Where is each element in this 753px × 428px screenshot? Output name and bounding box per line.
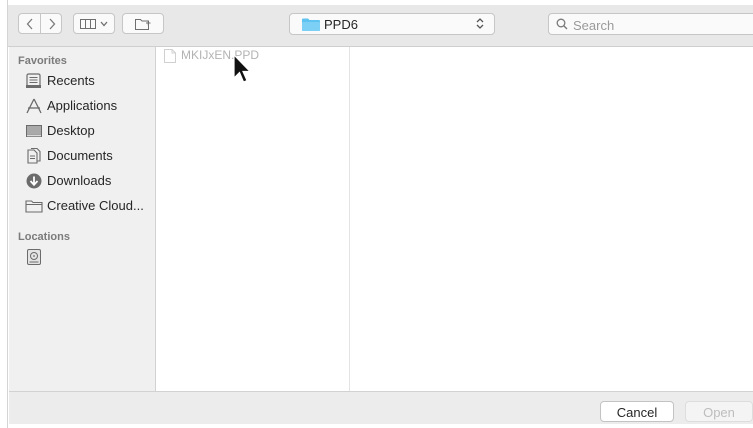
applications-icon [26, 98, 42, 114]
sidebar-item-documents[interactable]: Documents [9, 144, 155, 168]
new-folder-button[interactable] [122, 13, 164, 34]
sidebar-item-applications[interactable]: Applications [9, 94, 155, 118]
back-button[interactable] [19, 14, 41, 33]
new-folder-icon [135, 18, 151, 30]
sidebar-item-disk[interactable] [9, 245, 155, 269]
back-forward-control [18, 13, 62, 34]
mouse-pointer-icon [233, 54, 251, 83]
documents-icon [27, 148, 41, 164]
location-label: PPD6 [324, 17, 358, 32]
sidebar-item-downloads[interactable]: Downloads [9, 169, 155, 193]
cancel-button[interactable]: Cancel [600, 401, 674, 422]
view-options-button[interactable] [73, 13, 115, 34]
chevron-left-icon [26, 18, 33, 29]
sidebar-item-creative-cloud[interactable]: Creative Cloud... [9, 194, 155, 218]
favorites-header: Favorites [18, 55, 67, 67]
folder-icon [302, 18, 320, 31]
chevron-right-icon [49, 18, 55, 29]
folder-icon [25, 200, 43, 213]
location-popup[interactable]: PPD6 [289, 13, 495, 35]
hard-disk-icon [27, 249, 41, 265]
locations-header: Locations [18, 231, 70, 243]
desktop-icon [26, 125, 42, 137]
column-view-icon [80, 18, 96, 29]
search-field[interactable] [548, 13, 753, 35]
preview-column [350, 47, 753, 391]
toolbar: PPD6 [8, 5, 753, 47]
search-input[interactable] [571, 16, 745, 34]
up-down-arrows-icon [476, 18, 484, 29]
sidebar-item-label: Creative Cloud... [47, 198, 144, 213]
sidebar-item-label: Documents [47, 148, 113, 163]
sidebar-item-recents[interactable]: Recents [9, 69, 155, 93]
document-icon [164, 49, 176, 63]
chevron-down-icon [100, 21, 108, 26]
file-row[interactable]: MKIJxEN.PPD [156, 47, 349, 65]
sidebar-item-label: Downloads [47, 173, 112, 188]
downloads-icon [26, 173, 42, 189]
sidebar-item-desktop[interactable]: Desktop [9, 119, 155, 143]
sidebar-item-label: Recents [47, 73, 95, 88]
dialog-footer: Cancel Open [9, 391, 753, 424]
sidebar-item-label: Applications [47, 98, 118, 113]
window-edge [0, 0, 8, 428]
forward-button[interactable] [41, 14, 62, 33]
recents-icon [26, 73, 41, 88]
open-button[interactable]: Open [685, 401, 753, 422]
file-column: MKIJxEN.PPD [156, 47, 350, 391]
sidebar-item-label: Desktop [47, 123, 95, 138]
sidebar: Favorites Recents Applications Desktop D… [9, 47, 156, 391]
search-icon [556, 18, 568, 30]
